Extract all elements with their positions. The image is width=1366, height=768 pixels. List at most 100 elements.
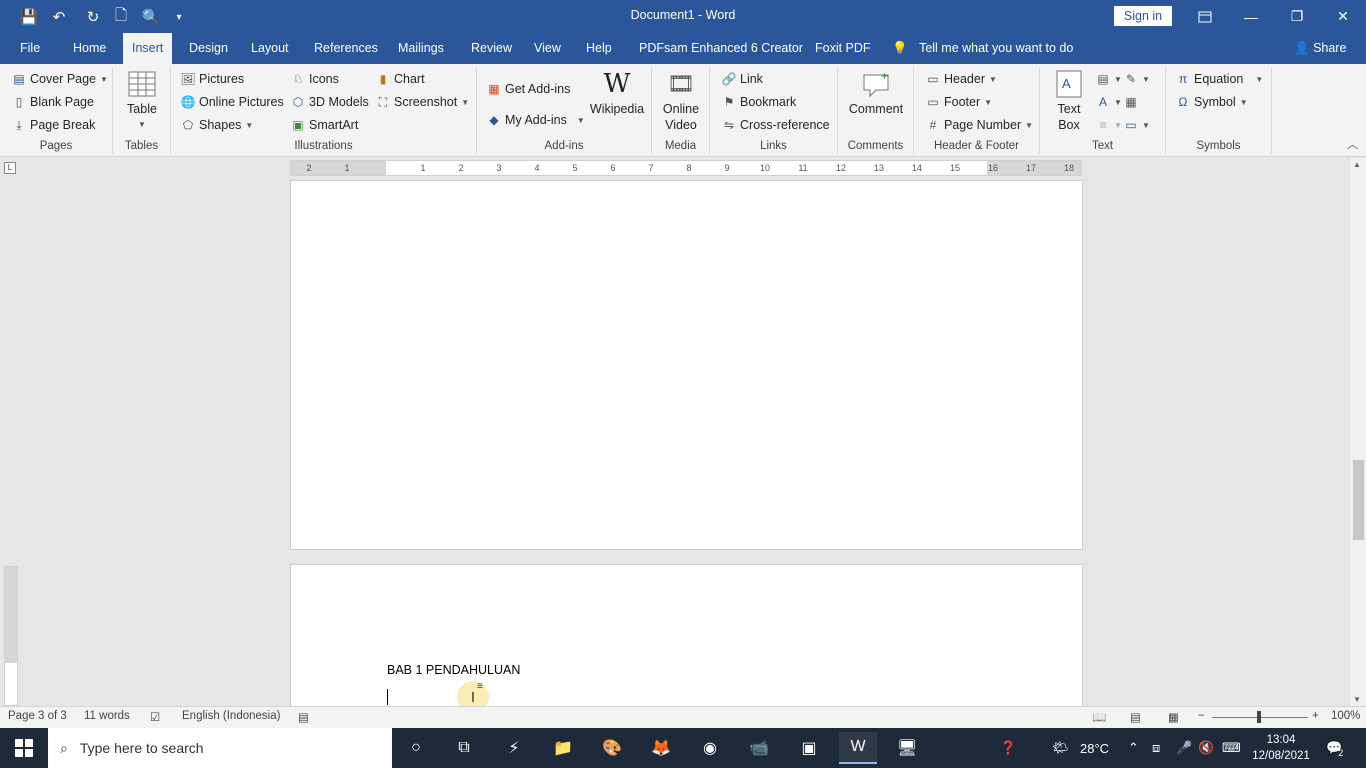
tab-file[interactable]: File — [20, 33, 40, 64]
restore-button[interactable]: ❐ — [1274, 0, 1320, 33]
tab-help[interactable]: Help — [586, 33, 612, 64]
file-explorer-icon[interactable]: 📁 — [544, 732, 582, 764]
app-icon[interactable]: ▣ — [790, 732, 828, 764]
tab-home[interactable]: Home — [73, 33, 106, 64]
minimize-button[interactable]: — — [1228, 0, 1274, 33]
date-time-button[interactable]: ▦ — [1124, 92, 1138, 112]
temperature[interactable]: 28°C — [1080, 728, 1109, 768]
zoom-app-icon[interactable]: 📹 — [740, 732, 778, 764]
sign-in-button[interactable]: Sign in — [1114, 6, 1172, 26]
microphone-icon[interactable]: 🎤 — [1176, 728, 1192, 768]
chart-button[interactable]: ▮ Chart — [376, 69, 425, 89]
tab-design[interactable]: Design — [189, 33, 228, 64]
tab-foxit-pdf[interactable]: Foxit PDF — [815, 33, 871, 64]
chrome-icon[interactable]: ◉ — [691, 732, 729, 764]
help-icon[interactable]: ❓ — [1000, 728, 1016, 768]
show-hidden-icons-icon[interactable]: ⌃ — [1128, 728, 1139, 768]
bookmark-button[interactable]: ⚑ Bookmark — [722, 92, 797, 112]
zoom-slider-thumb[interactable] — [1257, 711, 1261, 723]
scrollbar-thumb[interactable] — [1353, 460, 1364, 540]
tab-selector[interactable]: L — [4, 162, 16, 174]
share-button[interactable]: 👤 Share — [1294, 33, 1346, 64]
horizontal-ruler[interactable]: 2 1 1 2 3 4 5 6 7 8 9 10 11 12 13 14 15 … — [290, 160, 1082, 176]
tell-me-search[interactable]: 💡 Tell me what you want to do — [892, 33, 1073, 64]
cortana-icon[interactable]: ○ — [397, 732, 435, 764]
word-taskbar-icon[interactable]: W — [839, 732, 877, 764]
footer-button[interactable]: ▭ Footer ▼ — [926, 92, 992, 112]
zoom-in-icon[interactable]: + — [1312, 710, 1319, 722]
windows-start-icon[interactable] — [0, 728, 48, 768]
get-addins-button[interactable]: ▦ Get Add-ins — [487, 79, 570, 99]
online-pictures-button[interactable]: 🌐 Online Pictures — [181, 92, 284, 112]
save-icon[interactable]: 💾 — [18, 6, 40, 28]
screenshot-button[interactable]: ⛶ Screenshot ▼ — [376, 92, 469, 112]
remote-desktop-icon[interactable]: 🖥 — [888, 732, 926, 764]
taskbar-search[interactable]: ⌕ Type here to search — [48, 728, 392, 768]
pictures-button[interactable]: 🖼 Pictures — [180, 69, 244, 89]
tab-insert[interactable]: Insert — [123, 33, 173, 64]
page-break-button[interactable]: ⤓ Page Break — [12, 115, 95, 135]
proofing-icon[interactable]: ☑ — [150, 710, 160, 724]
smartart-button[interactable]: ▣ SmartArt — [291, 115, 358, 135]
print-preview-icon[interactable]: 🔍 — [140, 6, 162, 28]
shapes-button[interactable]: ⬠ Shapes ▼ — [181, 115, 254, 135]
document-page[interactable] — [290, 180, 1083, 550]
word-count[interactable]: 11 words — [84, 710, 130, 722]
icons-button[interactable]: ♘ Icons — [291, 69, 339, 89]
vertical-ruler[interactable] — [4, 566, 18, 706]
redo-icon[interactable]: ↻ — [82, 6, 104, 28]
vertical-scrollbar[interactable]: ▲ ▼ — [1349, 158, 1366, 706]
drop-cap-button[interactable]: ≡ ▼ — [1096, 115, 1121, 135]
signature-line-button[interactable]: ✎ ▼ — [1124, 69, 1150, 89]
blank-page-button[interactable]: ▯ Blank Page — [12, 92, 94, 112]
weather-icon[interactable]: 🌤 — [1052, 728, 1069, 768]
tab-view[interactable]: View — [534, 33, 561, 64]
page-number-button[interactable]: # Page Number ▼ — [926, 115, 1033, 135]
network-icon[interactable]: ⧈ — [1152, 728, 1160, 768]
scroll-down-icon[interactable]: ▼ — [1353, 695, 1361, 704]
macro-recording-icon[interactable]: ▤ — [298, 710, 309, 724]
online-video-button[interactable]: 🎞 Online Video — [658, 69, 704, 133]
web-layout-icon[interactable]: ▦ — [1168, 710, 1179, 724]
object-button[interactable]: ▭ ▼ — [1124, 115, 1150, 135]
print-layout-icon[interactable]: ▤ — [1130, 710, 1141, 724]
undo-icon[interactable]: ↶ — [48, 6, 70, 28]
header-button[interactable]: ▭ Header ▼ — [926, 69, 997, 89]
keyboard-icon[interactable]: ⌨ — [1222, 728, 1241, 768]
notifications-icon[interactable]: 💬 2 — [1326, 728, 1343, 768]
3d-models-button[interactable]: ⬡ 3D Models — [291, 92, 369, 112]
new-document-icon[interactable]: 🗋 — [110, 6, 132, 28]
cover-page-button[interactable]: ▤ Cover Page ▼ — [12, 69, 108, 89]
customize-toolbar-icon[interactable]: ▾ — [168, 6, 190, 28]
equation-button[interactable]: π Equation ▼ — [1176, 69, 1263, 89]
close-button[interactable]: ✕ — [1320, 0, 1366, 33]
tab-pdfsam[interactable]: PDFsam Enhanced 6 Creator — [639, 33, 803, 64]
comment-button[interactable]: + Comment — [844, 69, 908, 117]
scroll-up-icon[interactable]: ▲ — [1353, 160, 1361, 169]
zoom-level[interactable]: 100% — [1331, 710, 1360, 722]
page-count[interactable]: Page 3 of 3 — [8, 710, 67, 722]
language-indicator[interactable]: English (Indonesia) — [182, 710, 280, 722]
document-heading[interactable]: BAB 1 PENDAHULUAN — [387, 663, 520, 677]
text-box-button[interactable]: A Text Box — [1048, 69, 1090, 133]
tab-references[interactable]: References — [314, 33, 378, 64]
paint-icon[interactable]: 🎨 — [593, 732, 631, 764]
read-mode-icon[interactable]: 📖 — [1092, 710, 1106, 724]
tab-review[interactable]: Review — [471, 33, 512, 64]
document-page[interactable]: BAB 1 PENDAHULUAN I ≡ — [290, 564, 1083, 706]
quick-parts-button[interactable]: ▤ ▼ — [1096, 69, 1122, 89]
cross-reference-button[interactable]: ⇋ Cross-reference — [722, 115, 830, 135]
symbol-button[interactable]: Ω Symbol ▼ — [1176, 92, 1248, 112]
collapse-ribbon-icon[interactable]: ︿ — [1347, 136, 1358, 152]
taskbar-clock[interactable]: 13:04 12/08/2021 — [1248, 732, 1314, 764]
wikipedia-button[interactable]: W Wikipedia — [589, 69, 645, 117]
firefox-icon[interactable]: 🦊 — [642, 732, 680, 764]
tab-mailings[interactable]: Mailings — [398, 33, 444, 64]
app-lightning-icon[interactable]: ⚡ — [495, 732, 533, 764]
zoom-out-icon[interactable]: − — [1198, 710, 1205, 722]
link-button[interactable]: 🔗 Link — [722, 69, 763, 89]
ribbon-display-options-icon[interactable] — [1182, 0, 1228, 33]
volume-muted-icon[interactable]: 🔇 — [1198, 728, 1214, 768]
task-view-icon[interactable]: ⧉ — [445, 732, 483, 764]
table-button[interactable]: Table ▼ — [121, 69, 163, 133]
